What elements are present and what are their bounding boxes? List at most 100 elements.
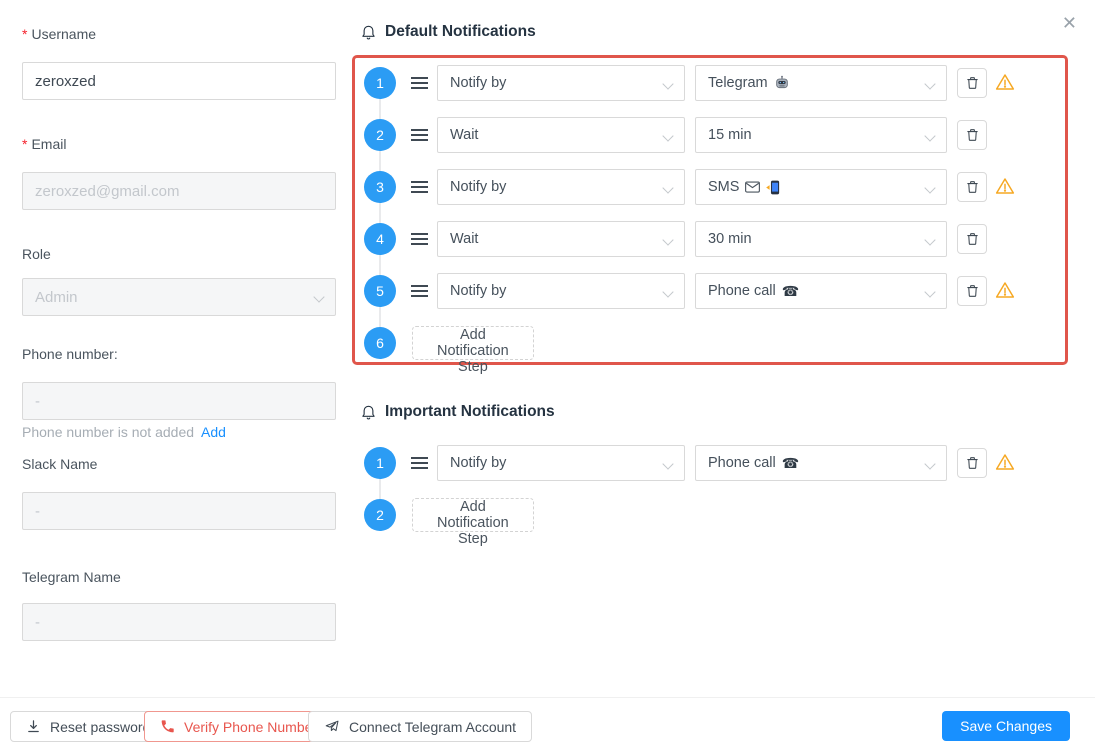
chevron-down-icon [924,234,936,246]
chevron-down-icon [662,234,674,246]
select-value: Notify by [450,455,507,471]
step-number-badge: 2 [364,499,396,531]
warning-icon [995,177,1015,195]
delete-step-button[interactable] [957,448,987,478]
step-value-select[interactable]: 15 min [695,117,947,153]
delete-step-button[interactable] [957,224,987,254]
select-value: Wait [450,231,479,247]
trash-icon [966,233,978,245]
username-label: * Username [22,26,97,42]
warning-icon [995,281,1015,299]
bell-icon [362,25,375,39]
step-number-badge: 3 [364,171,396,203]
step-number-badge: 1 [364,447,396,479]
trash-icon [966,181,978,193]
drag-handle-icon[interactable] [410,180,429,199]
add-phone-link[interactable]: Add [201,424,226,440]
chevron-down-icon [662,182,674,194]
slack-label: Slack Name [22,456,98,472]
delete-step-button[interactable] [957,276,987,306]
select-value: Phone call [708,455,776,471]
default-notifications-heading: Default Notifications [361,23,536,41]
role-label: Role [22,246,51,262]
bell-icon [362,405,375,419]
trash-icon [966,285,978,297]
role-select: Admin [22,278,336,316]
step-type-select[interactable]: Notify by [437,169,685,205]
email-label: * Email [22,136,67,152]
chevron-down-icon [662,458,674,470]
highlight-border [352,55,1068,365]
connect-telegram-button[interactable]: Connect Telegram Account [308,711,533,742]
step-type-select[interactable]: Wait [437,117,685,153]
telegram-label: Telegram Name [22,569,121,585]
step-value-select[interactable]: SMS [695,169,947,205]
username-input[interactable] [22,62,336,100]
telegram-plane-icon [325,720,339,732]
drag-handle-icon[interactable] [410,76,429,95]
step-number-badge: 4 [364,223,396,255]
select-value: Notify by [450,179,507,195]
phone-input [22,382,336,420]
warning-icon [995,453,1015,471]
step-number-badge: 5 [364,275,396,307]
step-value-select[interactable]: Phone call ☎ [695,445,947,481]
slack-input [22,492,336,530]
select-value: Wait [450,127,479,143]
step-type-select[interactable]: Wait [437,221,685,257]
phone-icon [161,720,174,733]
phone-label: Phone number: [22,346,118,362]
trash-icon [966,129,978,141]
mobile-phone-icon [766,180,780,194]
chevron-down-icon [662,130,674,142]
chevron-down-icon [924,286,936,298]
warning-icon [995,73,1015,91]
select-value: Notify by [450,283,507,299]
chevron-down-icon [924,130,936,142]
drag-handle-icon[interactable] [410,128,429,147]
delete-step-button[interactable] [957,120,987,150]
step-type-select[interactable]: Notify by [437,445,685,481]
envelope-icon [745,181,761,193]
drag-handle-icon[interactable] [410,456,429,475]
select-value: 30 min [708,231,752,247]
step-type-select[interactable]: Notify by [437,65,685,101]
chevron-down-icon [662,286,674,298]
trash-icon [966,457,978,469]
add-notification-step-button[interactable]: Add Notification Step [412,326,534,375]
chevron-down-icon [662,78,674,90]
chevron-down-icon [924,78,936,90]
trash-icon [966,77,978,89]
step-type-select[interactable]: Notify by [437,273,685,309]
drag-handle-icon[interactable] [410,232,429,251]
step-value-select[interactable]: Telegram [695,65,947,101]
step-number-badge: 1 [364,67,396,99]
reset-password-button[interactable]: Reset password [10,711,167,742]
select-value: 15 min [708,127,752,143]
step-value-select[interactable]: Phone call ☎ [695,273,947,309]
delete-step-button[interactable] [957,68,987,98]
verify-phone-button[interactable]: Verify Phone Number [144,711,334,742]
save-changes-button[interactable]: Save Changes [942,711,1070,741]
chevron-down-icon [313,291,325,303]
telegram-input [22,603,336,641]
step-number-badge: 6 [364,327,396,359]
select-value: Notify by [450,75,507,91]
drag-handle-icon[interactable] [410,284,429,303]
telephone-icon: ☎ [781,282,800,299]
email-input [22,172,336,210]
user-settings-modal: ✕ *Username *Email Role Admin Phone numb… [0,0,1095,748]
select-value: Phone call [708,283,776,299]
add-notification-step-button[interactable]: Add Notification Step [412,498,534,547]
download-icon [28,720,39,733]
chevron-down-icon [924,458,936,470]
required-mark: * [22,26,28,42]
footer-bar: Reset password Verify Phone Number Conne… [0,697,1095,748]
important-notifications-heading: Important Notifications [361,403,555,421]
close-icon[interactable]: ✕ [1062,14,1077,32]
step-value-select[interactable]: 30 min [695,221,947,257]
delete-step-button[interactable] [957,172,987,202]
required-mark: * [22,136,28,152]
robot-emoji-icon [775,75,788,89]
select-value: SMS [708,179,740,195]
